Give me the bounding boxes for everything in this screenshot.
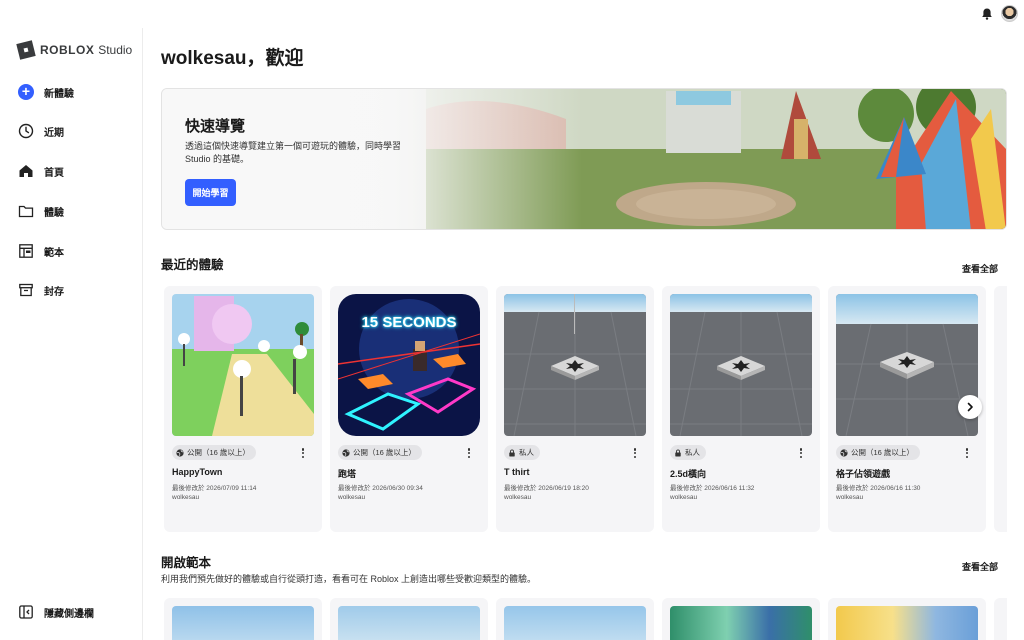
last-modified: 最後修改於 2026/06/19 18:20	[504, 485, 589, 492]
template-thumbnail	[670, 606, 812, 640]
experience-card[interactable]: 私人 2.5d橫向 最後修改於 2026/06/16 11:32 wolkesa…	[662, 286, 820, 532]
roblox-logo-icon	[16, 40, 36, 60]
sidebar-item-label: 體驗	[44, 207, 64, 219]
templates-view-all-link[interactable]: 查看全部	[962, 560, 998, 573]
template-thumbnail	[172, 606, 314, 640]
visibility-badge: 公開（16 歲以上）	[836, 445, 920, 460]
logo-text: ROBLOX	[40, 43, 95, 57]
visibility-badge: 公開（16 歲以上）	[172, 445, 256, 460]
page-title: wolkesau，歡迎	[161, 48, 304, 69]
template-card[interactable]	[496, 598, 654, 640]
page-scroll-gutter	[1007, 28, 1024, 640]
quick-tour-banner: 快速導覽 透過這個快速導覽建立第一個可遊玩的體驗，同時學習 Studio 的基礎…	[161, 88, 1007, 230]
sidebar-collapse-icon	[19, 605, 33, 619]
owner-name: wolkesau	[670, 494, 698, 501]
banner-description: 透過這個快速導覽建立第一個可遊玩的體驗，同時學習 Studio 的基礎。	[185, 141, 402, 164]
owner-name: wolkesau	[836, 494, 864, 501]
sidebar-item-templates[interactable]: 範本	[18, 241, 64, 261]
sidebar-item-label: 封存	[44, 286, 64, 298]
baseplate-thumbnail	[670, 294, 812, 436]
sidebar-item-recent[interactable]: 近期	[18, 121, 64, 141]
templates-subtitle: 利用我們預先做好的體驗或自行從頭打造，看看可在 Roblox 上創造出哪些受歡迎…	[161, 574, 537, 584]
template-card[interactable]	[164, 598, 322, 640]
lock-icon	[675, 449, 681, 456]
sidebar-item-home[interactable]: 首頁	[18, 161, 64, 181]
template-thumbnail	[836, 606, 978, 640]
recent-experiences-title: 最近的體驗	[161, 258, 224, 272]
template-card[interactable]	[662, 598, 820, 640]
last-modified: 最後修改於 2026/06/30 09:34	[338, 485, 423, 492]
template-card[interactable]	[330, 598, 488, 640]
sidebar-item-new-experience[interactable]: + 新體驗	[18, 82, 74, 102]
experience-card[interactable]: 公開（16 歲以上） HappyTown 最後修改於 2026/07/09 11…	[164, 286, 322, 532]
more-options-icon[interactable]	[796, 446, 806, 460]
more-options-icon[interactable]	[962, 446, 972, 460]
archive-icon	[19, 283, 33, 297]
templates-list	[164, 598, 1007, 640]
owner-name: wolkesau	[504, 494, 532, 501]
sidebar-item-archive[interactable]: 封存	[18, 280, 64, 300]
recent-view-all-link[interactable]: 查看全部	[962, 262, 998, 275]
template-thumbnail	[338, 606, 480, 640]
owner-name: wolkesau	[338, 494, 366, 501]
experience-card[interactable]: 私人 T thirt 最後修改於 2026/06/19 18:20 wolkes…	[496, 286, 654, 532]
sidebar-item-label: 近期	[44, 127, 64, 139]
experience-title: 跑塔	[338, 469, 357, 479]
home-icon	[19, 165, 33, 177]
baseplate-thumbnail	[836, 294, 978, 436]
experience-title: 2.5d橫向	[670, 469, 707, 479]
visibility-badge: 私人	[504, 445, 540, 460]
clock-icon	[18, 123, 34, 139]
experience-title: 格子佔領遊戲	[836, 469, 891, 479]
more-options-icon[interactable]	[464, 446, 474, 460]
template-thumbnail	[504, 606, 646, 640]
last-modified: 最後修改於 2026/07/09 11:14	[172, 485, 257, 492]
last-modified: 最後修改於 2026/06/16 11:30	[836, 485, 921, 492]
chevron-right-icon	[967, 402, 973, 412]
more-options-icon[interactable]	[298, 446, 308, 460]
sidebar-item-label: 新體驗	[44, 88, 74, 100]
baseplate-thumbnail	[504, 294, 646, 436]
hide-sidebar-label: 隱藏側邊欄	[44, 608, 94, 620]
visibility-badge: 公開（16 歲以上）	[338, 445, 422, 460]
banner-title: 快速導覽	[185, 118, 246, 135]
experience-title: HappyTown	[172, 467, 223, 477]
sidebar: ROBLOX Studio + 新體驗 近期 首頁 體驗 範本 封存 隱藏側邊欄	[0, 28, 143, 640]
carousel-next-button[interactable]	[958, 395, 982, 419]
globe-icon	[840, 448, 848, 457]
sidebar-item-experiences[interactable]: 體驗	[18, 201, 64, 221]
globe-icon	[342, 448, 350, 457]
template-icon	[19, 244, 33, 258]
folder-icon	[18, 205, 34, 218]
recent-experiences-list: 公開（16 歲以上） HappyTown 最後修改於 2026/07/09 11…	[164, 286, 1007, 532]
lock-icon	[509, 449, 515, 456]
sidebar-item-label: 範本	[44, 247, 64, 259]
logo-suffix: Studio	[98, 43, 133, 57]
plus-circle-icon: +	[18, 84, 34, 100]
hide-sidebar-button[interactable]: 隱藏側邊欄	[18, 604, 94, 620]
main-content: wolkesau，歡迎 快速導覽 透過這個快速導覽建立第一個可遊玩的體驗，同時學…	[161, 0, 1007, 640]
globe-icon	[176, 448, 184, 457]
template-card[interactable]	[828, 598, 986, 640]
visibility-badge: 私人	[670, 445, 706, 460]
roblox-studio-logo[interactable]: ROBLOX Studio	[16, 40, 133, 60]
more-options-icon[interactable]	[630, 446, 640, 460]
start-learning-button[interactable]: 開始學習	[185, 179, 236, 206]
sidebar-item-label: 首頁	[44, 167, 64, 179]
experience-card-partial[interactable]	[994, 286, 1007, 532]
last-modified: 最後修改於 2026/06/16 11:32	[670, 485, 755, 492]
happytown-thumbnail	[172, 294, 314, 436]
experience-card[interactable]: 15 SECONDS 公開（16 歲以上） 跑塔 最後修改於 2026/06/3…	[330, 286, 488, 532]
template-card-partial[interactable]	[994, 598, 1007, 640]
templates-title: 開啟範本	[161, 556, 212, 570]
experience-title: T thirt	[504, 467, 530, 477]
thumbnail-text: 15 SECONDS	[361, 314, 457, 331]
owner-name: wolkesau	[172, 494, 200, 501]
